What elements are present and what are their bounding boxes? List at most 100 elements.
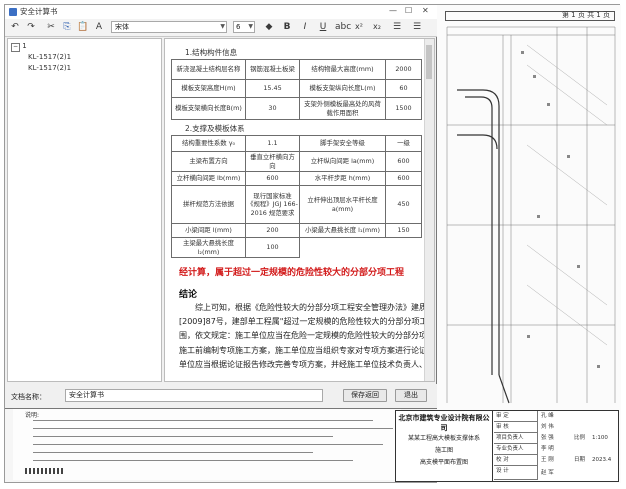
note-line: [33, 420, 373, 421]
section-heading: 1.结构构件信息: [185, 48, 238, 57]
font-size-value: 6: [236, 23, 241, 31]
color-picker-icon[interactable]: ◆: [263, 21, 275, 33]
note-line: [33, 460, 353, 461]
table-cell-empty: [386, 238, 422, 258]
expand-minus-icon[interactable]: −: [11, 43, 20, 52]
table-cell: 模板支架横向长度B(m): [171, 97, 246, 120]
conclusion-paragraph: 综上可知，根据《危险性较大的分部分项工程安全管理办法》建质 [2009]87号，…: [179, 301, 425, 372]
calc-book-window: 安全计算书 — ☐ ✕ ↶ ↷ ✂ ⎘ 📋 A 宋体 ▼ 6 ▼ ◆ B I U…: [5, 5, 437, 409]
conclusion-line: [2009]87号，建部单工程属"超过一定规模的危险性较大的分部分项工程"范: [179, 317, 425, 327]
notes-label: 说明:: [25, 412, 40, 419]
tb-label: 设 计: [494, 466, 538, 480]
font-family-select[interactable]: 宋体 ▼: [111, 21, 227, 33]
danger-statement: 经计算，属于超过一定规模的危险性较大的分部分项工程: [179, 268, 405, 278]
tb-divider: [492, 411, 493, 481]
drawing-title-3: 高支模平面布置图: [419, 459, 468, 466]
cut-icon[interactable]: ✂: [45, 21, 57, 33]
structure-table: 新浇混凝土结构层名称 钢筋混凝土板梁 结构物最大高度(mm) 2000 模板支架…: [171, 59, 422, 120]
tb-value: 刘 伟: [541, 424, 554, 430]
maximize-button[interactable]: ☐: [405, 6, 412, 15]
tb-value: 孔 峰: [541, 413, 554, 419]
chevron-down-icon: ▼: [248, 23, 253, 30]
conclusion-line: 单位应当根据论证报告修改完善专项方案，并经施工单位技术负责人、项目: [179, 359, 425, 369]
table-cell: 模板支架高度H(m): [171, 79, 246, 98]
toolbar: ↶ ↷ ✂ ⎘ 📋 A 宋体 ▼ 6 ▼ ◆ B I U abc x² x₂ ☰…: [5, 19, 437, 37]
doc-name-label: 文档名称：: [11, 393, 46, 401]
paste-icon[interactable]: 📋: [77, 21, 89, 33]
table-cell: 立杆伸出顶层水平杆长度a(mm): [299, 185, 386, 224]
table-cell: 垂直立杆横向方向: [245, 151, 300, 172]
table-cell: 600: [385, 171, 422, 186]
sheet-header: 第 1 页 共 1 页: [445, 11, 615, 21]
sheet-number: 第 1 页 共 1 页: [561, 11, 610, 19]
drawing-title-1: 某某工程高大模板支撑体系: [407, 435, 480, 442]
superscript-button[interactable]: x²: [353, 21, 365, 33]
save-return-button[interactable]: 保存返回: [343, 389, 387, 402]
note-line: [33, 452, 313, 453]
tb-value: 赵 军: [541, 470, 554, 476]
scale-value: 1:100: [592, 435, 608, 441]
note-line: [33, 428, 393, 429]
bold-button[interactable]: B: [281, 21, 293, 33]
align-left-icon[interactable]: ☰: [391, 21, 403, 33]
conclusion-heading: 结论: [179, 290, 198, 300]
strikethrough-icon[interactable]: abc: [335, 21, 351, 33]
table-cell: 结构重要性系数 γ₀: [171, 135, 246, 152]
table-cell: 200: [245, 223, 300, 238]
support-system-table: 结构重要性系数 γ₀ 1.1 脚手架安全等级 一级 主梁布置方向 垂直立杆横向方…: [171, 135, 422, 258]
redo-icon[interactable]: ↷: [25, 21, 37, 33]
date-label: 日期: [574, 457, 586, 463]
undo-icon[interactable]: ↶: [9, 21, 21, 33]
scrollbar-thumb[interactable]: [426, 45, 432, 79]
table-cell: 现行国家标准《规程》JGJ 166-2016 规范要求: [245, 185, 300, 224]
align-center-icon[interactable]: ☰: [411, 21, 423, 33]
tb-label: 审 定: [494, 411, 538, 422]
tree-root[interactable]: − 1: [11, 42, 27, 52]
table-cell-empty: [300, 238, 386, 258]
drawing-title-2: 施工图: [434, 447, 453, 454]
copy-icon[interactable]: ⎘: [61, 21, 73, 33]
vertical-scrollbar[interactable]: [424, 39, 434, 381]
table-cell: 钢筋混凝土板梁: [245, 59, 300, 80]
window-title: 安全计算书: [20, 7, 58, 16]
table-cell: 主梁最大悬挑长度 l₂(mm): [171, 237, 246, 258]
table-cell: 150: [385, 223, 422, 238]
tb-label: 审 核: [494, 422, 538, 433]
tree-item[interactable]: KL-1517(2)1: [28, 64, 71, 72]
table-cell: 15.45: [245, 79, 300, 98]
table-cell: 拼杆规范方法依据: [171, 185, 246, 224]
footer-bar: 文档名称： 安全计算书 保存返回 退出: [5, 384, 437, 408]
doc-name-input[interactable]: 安全计算书: [65, 389, 323, 402]
underline-button[interactable]: U: [317, 21, 329, 33]
table-cell: 脚手架安全等级: [299, 135, 386, 152]
font-size-select[interactable]: 6 ▼: [233, 21, 255, 33]
chevron-down-icon: ▼: [220, 23, 225, 30]
table-cell: 水平杆步距 h(mm): [299, 171, 386, 186]
tb-label: 专业负责人: [494, 444, 538, 455]
italic-button[interactable]: I: [299, 21, 311, 33]
subscript-button[interactable]: x₂: [371, 21, 383, 33]
table-cell: 立杆纵向间距 la(mm): [299, 151, 386, 172]
minimize-button[interactable]: —: [389, 6, 397, 15]
section-heading: 2.支撑及模板体系: [185, 124, 245, 133]
table-cell: 支架外侧模板最高处的风荷载作用面积: [299, 97, 386, 120]
table-cell: 模板支架纵向长度L(m): [299, 79, 386, 98]
table-cell: 主梁布置方向: [171, 151, 246, 172]
conclusion-line: 施工前编制专项施工方案，施工单位应当组织专家对专项方案进行论证。施工: [179, 345, 425, 355]
tb-value: 张 强: [541, 435, 554, 441]
document-editor[interactable]: 1.结构构件信息 新浇混凝土结构层名称 钢筋混凝土板梁 结构物最大高度(mm) …: [164, 38, 435, 382]
table-cell: 一级: [385, 135, 422, 152]
font-icon[interactable]: A: [93, 21, 105, 33]
conclusion-line: 综上可知，根据《危险性较大的分部分项工程安全管理办法》建质: [179, 303, 425, 312]
table-cell: 2000: [385, 59, 422, 80]
table-cell: 新浇混凝土结构层名称: [171, 59, 246, 80]
tree-item[interactable]: KL-1517(2)1: [28, 53, 71, 61]
title-bar[interactable]: 安全计算书 — ☐ ✕: [5, 5, 437, 20]
close-button[interactable]: ✕: [422, 6, 429, 15]
table-cell: 1500: [385, 97, 422, 120]
table-cell: 450: [385, 185, 422, 224]
exit-button[interactable]: 退出: [395, 389, 427, 402]
tb-value: 王 刚: [541, 457, 554, 463]
table-cell: 立杆横向间距 lb(mm): [171, 171, 246, 186]
component-tree[interactable]: − 1 KL-1517(2)1 KL-1517(2)1: [7, 38, 162, 382]
